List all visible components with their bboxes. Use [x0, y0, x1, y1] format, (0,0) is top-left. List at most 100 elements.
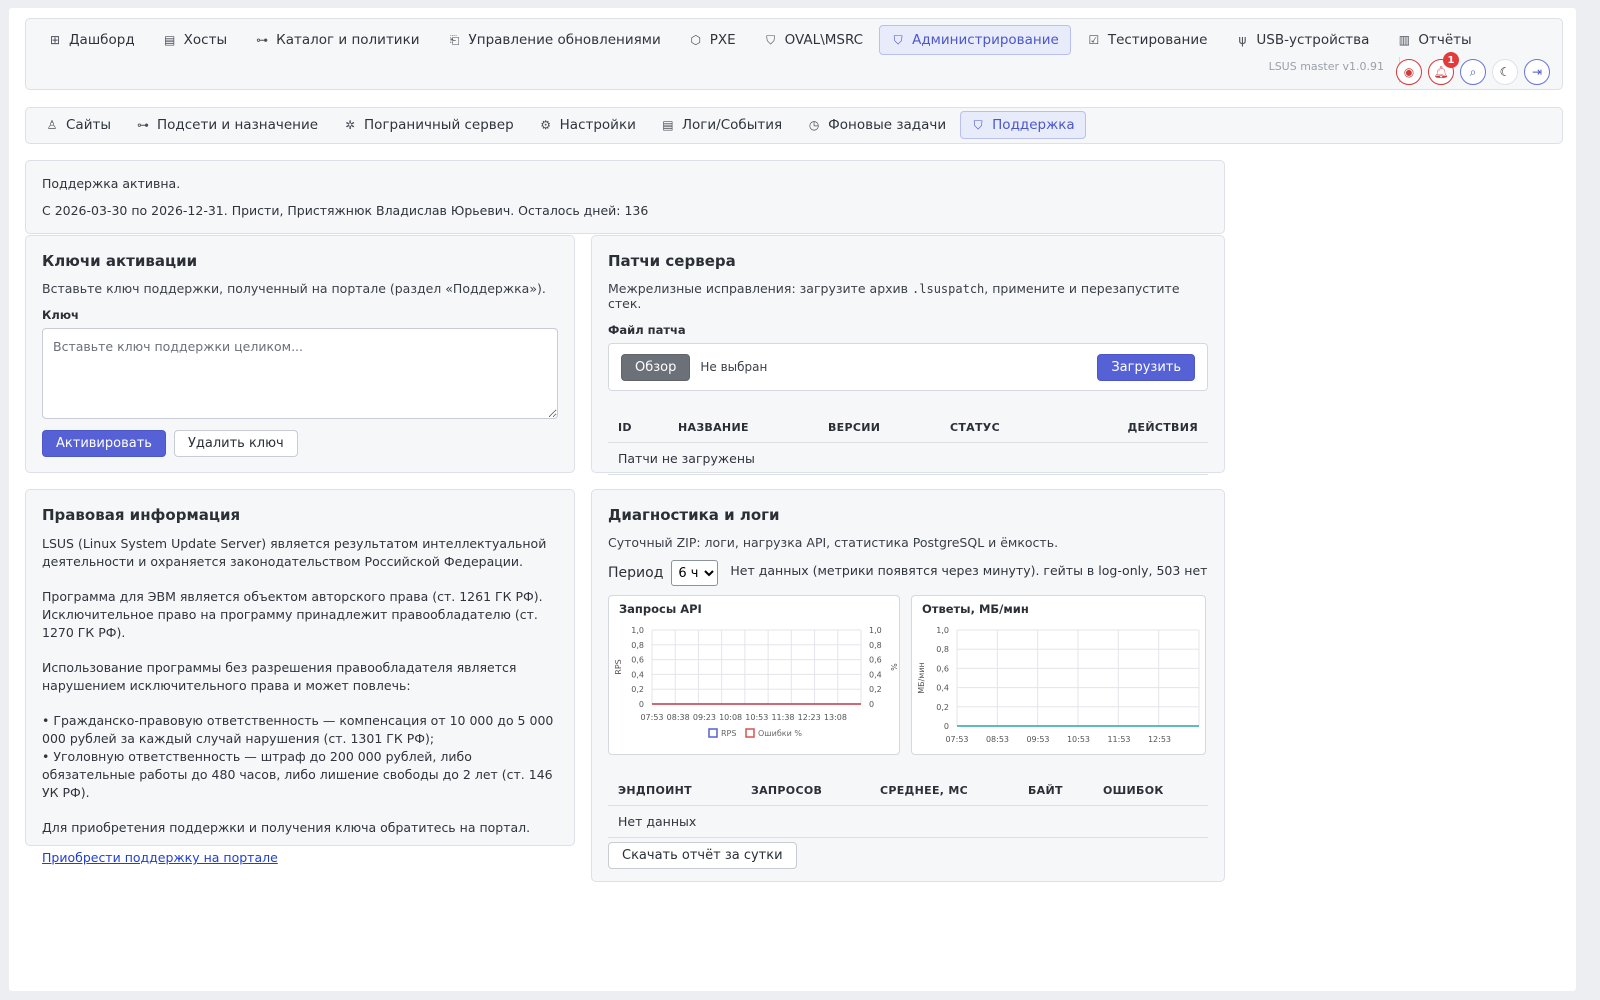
column-header[interactable]: ЗАПРОСОВ: [741, 776, 870, 806]
legal-paragraph: Использование программы без разрешения п…: [42, 660, 517, 693]
tab-shield-gear[interactable]: ⛉ Администрирование: [879, 25, 1071, 55]
x-tick-label: 08:53: [986, 735, 1009, 744]
tab-dashboard[interactable]: ⊞ Дашборд: [36, 25, 147, 55]
column-header[interactable]: СРЕДНЕЕ, МС: [870, 776, 1018, 806]
tab-label: Отчёты: [1418, 32, 1472, 48]
tab-label: Поддержка: [992, 117, 1075, 133]
column-header[interactable]: ДЕЙСТВИЯ: [1090, 413, 1208, 443]
server-patches-title: Патчи сервера: [608, 252, 736, 270]
api-requests-chart-svg: 0 0 0,2 0,2 0,4 0,4 0,6 0,6 0,8 0,8 1,0 1,0 07:53 08:…: [614, 626, 898, 738]
tab-clock[interactable]: ◷ Фоновые задачи: [796, 111, 957, 139]
endpoints-table: ЭНДПОИНТ ЗАПРОСОВ СРЕДНЕЕ, МС БАЙТ ОШИБО…: [608, 776, 1208, 838]
tab-label: Фоновые задачи: [828, 117, 947, 133]
file-status-text: Не выбран: [700, 360, 768, 374]
usb-icon: ψ: [1238, 33, 1247, 47]
theme-toggle-button[interactable]: ☾: [1492, 59, 1518, 85]
search-button[interactable]: ⌕: [1460, 59, 1486, 85]
server-patches-card: Патчи сервера Межрелизные исправления: з…: [591, 235, 1225, 475]
tab-shield[interactable]: ⛉ Поддержка: [960, 111, 1086, 139]
responses-chart-svg: 0 0,2 0,4 0,6 0,8 1,0 07:53 08:53 09:53 10:53 11:5…: [917, 626, 1200, 744]
y2-tick-label: 0,2: [869, 685, 882, 694]
support-key-input[interactable]: [42, 328, 558, 419]
profile-button[interactable]: ◉: [1396, 59, 1422, 85]
notifications-badge: 1: [1443, 52, 1459, 68]
column-header[interactable]: ЭНДПОИНТ: [608, 776, 741, 806]
tab-shield[interactable]: ⛉ OVAL\MSRC: [752, 25, 875, 55]
activation-keys-card: Ключи активации Вставьте ключ поддержки,…: [25, 235, 575, 473]
file-upload-icon: ⎗: [449, 32, 460, 47]
delete-key-button[interactable]: Удалить ключ: [173, 430, 298, 457]
tab-sites[interactable]: ♙ Сайты: [34, 111, 122, 139]
tab-label: PXE: [709, 32, 736, 48]
y-tick-label: 0,8: [631, 641, 644, 650]
notifications-button[interactable]: 🔔︎ 1: [1428, 52, 1459, 85]
y2-tick-label: 0,4: [869, 670, 882, 679]
patch-extension-code: .lsuspatch: [912, 282, 985, 296]
period-select[interactable]: 6 ч: [671, 560, 719, 586]
column-header[interactable]: ОШИБОК: [1093, 776, 1208, 806]
activate-button[interactable]: Активировать: [42, 430, 166, 457]
y-tick-label: 0,4: [631, 670, 644, 679]
tab-file-upload[interactable]: ⎗ Управление обновлениями: [436, 25, 673, 55]
tab-label: OVAL\MSRC: [784, 32, 864, 48]
shield-icon: ⛉: [973, 117, 983, 132]
tab-log[interactable]: ▤ Логи/События: [650, 111, 793, 139]
x-tick-label: 09:23: [693, 713, 716, 722]
legal-paragraph: • Уголовную ответственность — штраф до 2…: [42, 749, 553, 800]
patches-table-header: ID НАЗВАНИЕ ВЕРСИИ СТАТУС ДЕЙСТВИЯ: [608, 413, 1208, 443]
x-tick-label: 11:38: [771, 713, 794, 722]
download-report-button[interactable]: Скачать отчёт за сутки: [608, 842, 797, 869]
column-header[interactable]: НАЗВАНИЕ: [668, 413, 818, 443]
dashboard-icon: ⊞: [49, 33, 61, 47]
column-header[interactable]: СТАТУС: [940, 413, 1090, 443]
y-axis-label: МБ/мин: [917, 662, 926, 694]
x-tick-label: 12:53: [1148, 735, 1171, 744]
patches-table: ID НАЗВАНИЕ ВЕРСИИ СТАТУС ДЕЙСТВИЯ Патчи…: [608, 413, 1208, 475]
server-patches-description: Межрелизные исправления: загрузите архив…: [608, 281, 1208, 311]
user-circle-icon: ◉: [1403, 65, 1415, 79]
tab-gear[interactable]: ⚙ Настройки: [528, 111, 647, 139]
tab-report[interactable]: ▥ Отчёты: [1385, 25, 1483, 55]
shield-icon: ⛉: [766, 32, 776, 47]
y-tick-label: 0: [639, 700, 644, 709]
sub-navigation: ♙ Сайты ⊶ Подсети и назначение ✲ Пограничный …: [25, 107, 1563, 144]
x-tick-label: 10:53: [745, 713, 768, 722]
browse-button[interactable]: Обзор: [621, 353, 691, 381]
buy-support-link[interactable]: Приобрести поддержку на портале: [42, 850, 278, 865]
metrics-status-text: Нет данных (метрики появятся через минут…: [730, 562, 1208, 578]
tab-label: Хосты: [183, 32, 228, 48]
column-header[interactable]: ID: [608, 413, 668, 443]
responses-chart: Ответы, МБ/мин 0 0,2 0,4 0,6 0,8 1,0 07:53 08:5…: [911, 595, 1206, 755]
support-period-text: С 2026-03-30 по 2026-12-31. Присти, Прис…: [42, 203, 649, 218]
table-row: Нет данных: [608, 805, 1208, 838]
tab-edge-server[interactable]: ✲ Пограничный сервер: [332, 111, 525, 139]
tab-hierarchy[interactable]: ⊶ Каталог и политики: [243, 25, 431, 55]
diagnostics-description: Суточный ZIP: логи, нагрузка API, статис…: [608, 535, 1059, 550]
y-tick-label: 1,0: [936, 626, 949, 635]
tab-box[interactable]: ⬡ PXE: [677, 25, 748, 55]
empty-state: Нет данных: [608, 805, 1208, 838]
tab-subnet[interactable]: ⊶ Подсети и назначение: [125, 111, 329, 139]
edge-server-icon: ✲: [345, 118, 356, 132]
tab-server[interactable]: ▤ Хосты: [151, 25, 239, 55]
y2-tick-label: 0: [869, 700, 874, 709]
tab-checklist[interactable]: ☑ Тестирование: [1075, 25, 1220, 55]
tab-label: Дашборд: [69, 32, 135, 48]
column-header[interactable]: ВЕРСИИ: [818, 413, 940, 443]
y2-tick-label: 0,6: [869, 656, 882, 665]
y-tick-label: 1,0: [631, 626, 644, 635]
patch-file-label: Файл патча: [608, 323, 686, 337]
tab-usb[interactable]: ψ USB-устройства: [1223, 25, 1381, 55]
upload-button[interactable]: Загрузить: [1097, 353, 1195, 381]
toolbar: ◉ 🔔︎ 1 ⌕ ☾ ⇥: [1396, 52, 1550, 85]
y-tick-label: 0,6: [631, 656, 644, 665]
column-header[interactable]: БАЙТ: [1018, 776, 1093, 806]
main-tabs: ⊞ Дашборд ▤ Хосты ⊶ Каталог и политики ⎗ Управл…: [36, 25, 1484, 55]
x-tick-label: 10:08: [719, 713, 742, 722]
report-icon: ▥: [1398, 33, 1411, 47]
search-icon: ⌕: [1469, 64, 1477, 79]
tab-label: Сайты: [66, 117, 111, 133]
y-tick-label: 0,4: [936, 684, 949, 693]
logout-button[interactable]: ⇥: [1524, 59, 1550, 85]
x-tick-label: 08:38: [667, 713, 690, 722]
